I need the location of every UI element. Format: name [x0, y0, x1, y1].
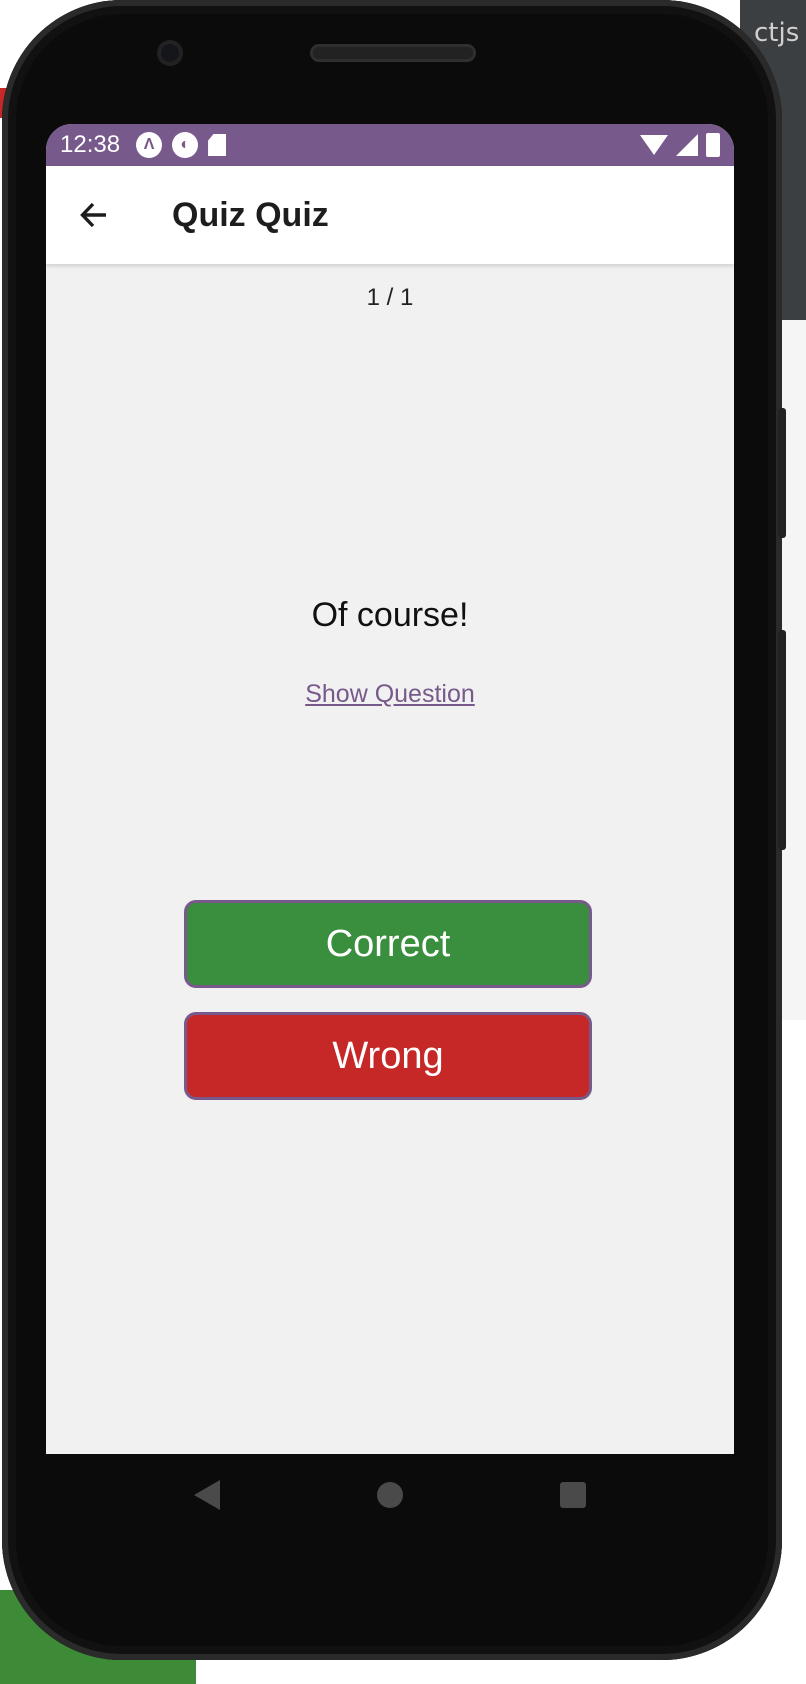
system-nav-bar	[46, 1454, 734, 1536]
question-counter: 1 / 1	[366, 284, 414, 311]
signal-icon	[676, 134, 698, 156]
nav-back-icon[interactable]	[194, 1480, 221, 1510]
nav-recents-icon[interactable]	[559, 1482, 586, 1508]
sd-card-icon	[208, 134, 227, 156]
front-camera	[157, 40, 183, 66]
app-notification-icon: ◐	[172, 132, 199, 158]
nav-home-icon[interactable]	[376, 1482, 403, 1508]
wrong-button[interactable]: Wrong	[184, 1012, 592, 1100]
phone-screen: 12:38 Λ ◐ Quiz Quiz 1 / 1 Of course! Sho…	[46, 124, 734, 1454]
app-bar: Quiz Quiz	[46, 166, 734, 264]
background-text: ctjs	[754, 18, 800, 48]
show-question-link-wrapper: Show Question	[46, 680, 734, 709]
status-bar: 12:38 Λ ◐	[46, 124, 734, 166]
earpiece-speaker	[310, 44, 476, 62]
volume-button[interactable]	[778, 630, 786, 850]
correct-button[interactable]: Correct	[184, 900, 592, 988]
status-icons-left: Λ ◐	[136, 132, 227, 158]
power-button[interactable]	[778, 408, 786, 538]
android-app-icon: Λ	[136, 132, 163, 158]
card-answer-text: Of course!	[311, 596, 469, 634]
battery-icon	[706, 133, 720, 157]
status-time: 12:38	[60, 131, 121, 158]
show-question-link[interactable]: Show Question	[305, 680, 475, 708]
status-icons-right	[640, 133, 720, 157]
wifi-icon	[640, 135, 668, 155]
arrow-left-icon[interactable]	[74, 195, 114, 235]
page-title: Quiz Quiz	[172, 195, 329, 234]
